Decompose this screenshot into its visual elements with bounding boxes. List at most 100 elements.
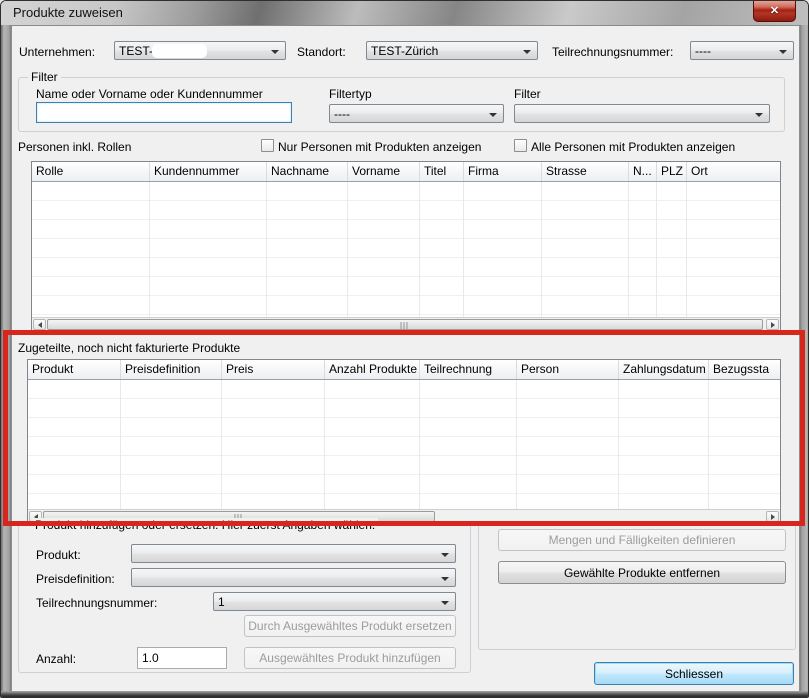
- column-header-anzahl-produkte[interactable]: Anzahl Produkte: [325, 360, 420, 379]
- nur-personen-checkbox[interactable]: [261, 139, 274, 152]
- table-column-line: [267, 182, 348, 317]
- scroll-left-icon[interactable]: [33, 319, 46, 330]
- table-column-line: [348, 182, 420, 317]
- schliessen-button[interactable]: Schliessen: [594, 662, 794, 685]
- chevron-down-icon: [441, 577, 449, 581]
- alle-personen-checkbox-label[interactable]: Alle Personen mit Produkten anzeigen: [531, 140, 735, 154]
- chevron-down-icon: [441, 601, 449, 605]
- table-column-line: [517, 380, 619, 509]
- scrollbar-thumb[interactable]: [47, 319, 763, 330]
- add-product-button[interactable]: Ausgewähltes Produkt hinzufügen: [244, 647, 456, 669]
- column-header-person[interactable]: Person: [517, 360, 619, 379]
- teilrechnungsnummer-top-select[interactable]: ----: [690, 41, 794, 60]
- scroll-right-icon[interactable]: [766, 511, 779, 522]
- window-frame-right: [800, 25, 809, 691]
- close-icon: ✕: [770, 6, 779, 17]
- unternehmen-select[interactable]: TEST-: [114, 41, 286, 60]
- chevron-down-icon: [523, 50, 531, 54]
- column-header-n-truncated[interactable]: N...: [629, 162, 657, 181]
- column-header-produkt[interactable]: Produkt: [28, 360, 121, 379]
- column-header-bezugsstatus[interactable]: Bezugssta: [709, 360, 780, 379]
- mengen-faelligkeiten-button[interactable]: Mengen und Fälligkeiten definieren: [498, 529, 786, 551]
- table-column-line: [619, 380, 709, 509]
- table-column-line: [150, 182, 267, 317]
- teilrechnungsnummer-top-value: ----: [695, 44, 711, 58]
- personen-inkl-rollen-label: Personen inkl. Rollen: [18, 140, 131, 154]
- persons-table: Rolle Kundennummer Nachname Vorname Tite…: [31, 161, 781, 333]
- produkt-label: Produkt:: [36, 548, 81, 562]
- column-header-nachname[interactable]: Nachname: [267, 162, 348, 181]
- persons-table-header: Rolle Kundennummer Nachname Vorname Tite…: [32, 162, 780, 182]
- filtertyp-label: Filtertyp: [329, 87, 372, 101]
- column-header-preis[interactable]: Preis: [222, 360, 325, 379]
- dialog-produkte-zuweisen: Produkte zuweisen ✕ Unternehmen: TEST- S…: [0, 0, 809, 698]
- column-header-zahlungsdatum[interactable]: Zahlungsdatum: [619, 360, 709, 379]
- column-header-ort[interactable]: Ort: [687, 162, 780, 181]
- produkte-entfernen-button[interactable]: Gewählte Produkte entfernen: [498, 561, 786, 584]
- column-header-n[interactable]: Strasse: [542, 162, 629, 181]
- replace-product-button[interactable]: Durch Ausgewähltes Produkt ersetzen: [244, 615, 456, 637]
- assign-groupbox-title: Produkt hinzufügen oder ersetzen: Hier z…: [32, 518, 378, 532]
- column-header-titel[interactable]: Titel: [420, 162, 464, 181]
- alle-personen-checkbox[interactable]: [514, 139, 527, 152]
- table-column-line: [420, 380, 517, 509]
- persons-table-hscrollbar[interactable]: [32, 317, 780, 332]
- standort-value: TEST-Zürich: [371, 44, 438, 58]
- scroll-right-icon[interactable]: [766, 319, 779, 330]
- table-column-line: [420, 182, 464, 317]
- filtertyp-select[interactable]: ----: [329, 104, 504, 123]
- column-header-plz[interactable]: PLZ: [657, 162, 687, 181]
- column-header-kundennummer[interactable]: Kundennummer: [150, 162, 267, 181]
- grip-icon: [401, 322, 410, 329]
- column-header-firma[interactable]: Firma: [464, 162, 542, 181]
- chevron-down-icon: [271, 50, 279, 54]
- filtertyp-value: ----: [334, 107, 350, 121]
- close-button[interactable]: ✕: [753, 1, 796, 22]
- chevron-down-icon: [779, 50, 787, 54]
- teilrechnungsnummer-select[interactable]: 1: [213, 592, 456, 611]
- table-column-line: [32, 182, 150, 317]
- table-column-line: [28, 380, 121, 509]
- chevron-down-icon: [489, 113, 497, 117]
- products-table-header: Produkt Preisdefinition Preis Anzahl Pro…: [28, 360, 780, 380]
- table-column-line: [657, 182, 687, 317]
- column-header-rolle[interactable]: Rolle: [32, 162, 150, 181]
- produkt-select[interactable]: [131, 544, 456, 563]
- products-table: Produkt Preisdefinition Preis Anzahl Pro…: [27, 359, 781, 525]
- anzahl-label: Anzahl:: [36, 652, 76, 666]
- chevron-down-icon: [755, 113, 763, 117]
- column-header-preisdefinition[interactable]: Preisdefinition: [121, 360, 222, 379]
- redacted-text-overlay: [152, 44, 207, 58]
- table-column-line: [464, 182, 542, 317]
- name-search-label: Name oder Vorname oder Kundennummer: [36, 87, 263, 101]
- unternehmen-label: Unternehmen:: [19, 45, 95, 59]
- title-bar[interactable]: Produkte zuweisen: [1, 1, 809, 26]
- filter-groupbox-title: Filter: [28, 70, 61, 84]
- window-frame-bottom: [1, 691, 809, 698]
- table-column-line: [325, 380, 420, 509]
- standort-select[interactable]: TEST-Zürich: [366, 41, 538, 60]
- table-column-line: [222, 380, 325, 509]
- products-table-body[interactable]: [28, 380, 780, 509]
- persons-table-body[interactable]: [32, 182, 780, 317]
- teilrechnungsnummer-value: 1: [218, 595, 225, 609]
- standort-label: Standort:: [297, 45, 346, 59]
- unternehmen-value: TEST-: [119, 44, 153, 58]
- table-column-line: [687, 182, 780, 317]
- anzahl-input[interactable]: [137, 647, 227, 669]
- products-section-label: Zugeteilte, noch nicht fakturierte Produ…: [18, 341, 240, 355]
- filter-label: Filter: [514, 87, 541, 101]
- window-frame-left: [1, 25, 11, 691]
- column-header-teilrechnung[interactable]: Teilrechnung: [420, 360, 517, 379]
- chevron-down-icon: [441, 553, 449, 557]
- preisdefinition-label: Preisdefinition:: [36, 572, 115, 586]
- column-header-vorname[interactable]: Vorname: [348, 162, 420, 181]
- table-column-line: [629, 182, 657, 317]
- window-title: Produkte zuweisen: [13, 5, 123, 20]
- nur-personen-checkbox-label[interactable]: Nur Personen mit Produkten anzeigen: [278, 140, 481, 154]
- preisdefinition-select[interactable]: [131, 568, 456, 587]
- filter-select[interactable]: [514, 104, 770, 123]
- table-column-line: [709, 380, 780, 509]
- name-search-input[interactable]: [36, 102, 292, 123]
- table-column-line: [121, 380, 222, 509]
